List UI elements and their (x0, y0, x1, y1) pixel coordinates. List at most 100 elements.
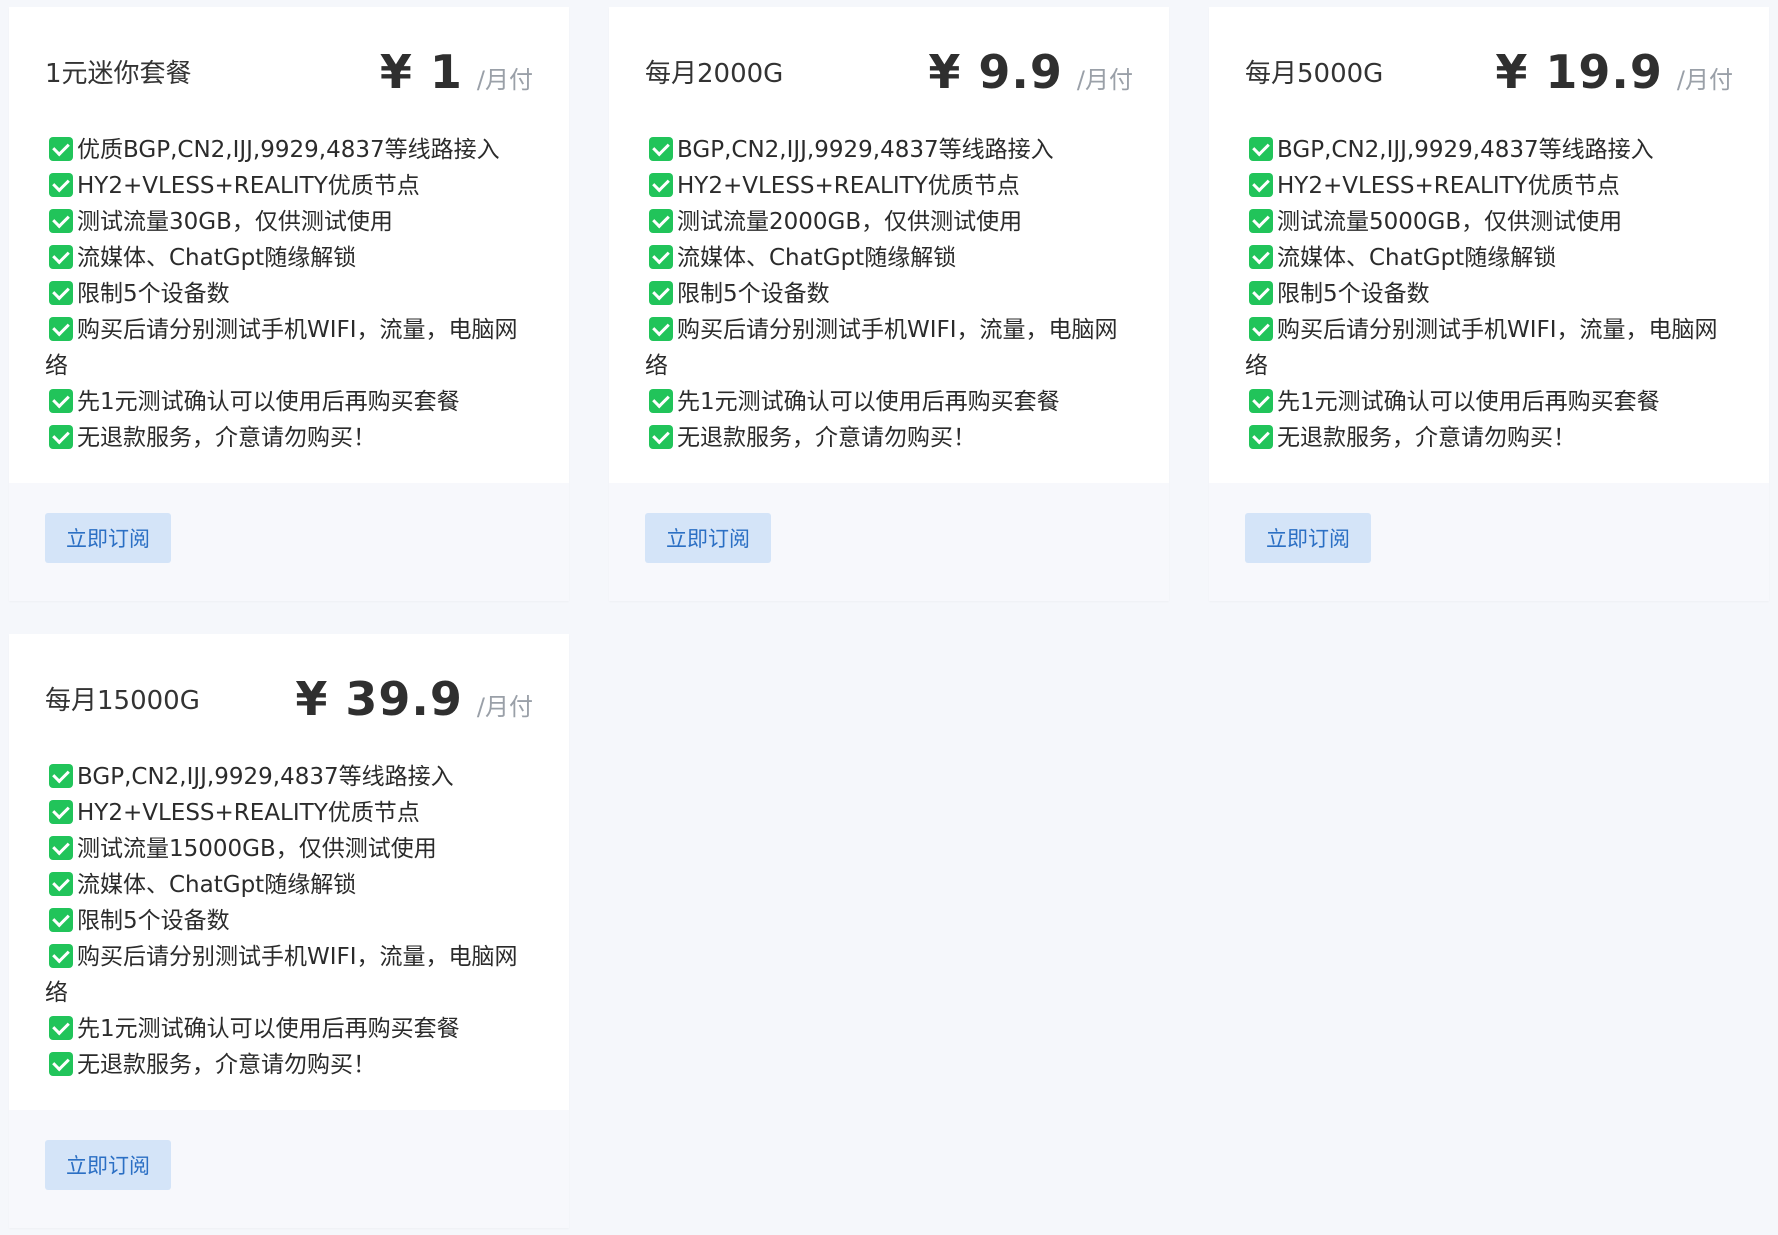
subscribe-button[interactable]: 立即订阅 (645, 513, 771, 563)
plan-card: 每月2000G ¥ 9.9 /月付 BGP,CN2,IJJ,9929,4837等… (609, 7, 1169, 601)
feature-list: BGP,CN2,IJJ,9929,4837等线路接入 HY2+VLESS+REA… (1245, 132, 1733, 456)
plan-card-header: 每月15000G ¥ 39.9 /月付 (45, 634, 533, 759)
check-box-icon (649, 245, 673, 269)
feature-item: 测试流量2000GB，仅供测试使用 (645, 204, 1133, 240)
plan-card-footer: 立即订阅 (609, 483, 1169, 601)
feature-text: 限制5个设备数 (77, 908, 230, 934)
plan-price-group: ¥ 1 /月付 (380, 45, 533, 99)
check-box-icon (649, 281, 673, 305)
plan-billing-unit: /月付 (1676, 66, 1733, 94)
feature-text: 购买后请分别测试手机WIFI，流量，电脑网络 (1245, 317, 1718, 379)
feature-item: HY2+VLESS+REALITY优质节点 (45, 168, 533, 204)
feature-item: 限制5个设备数 (45, 276, 533, 312)
subscribe-button[interactable]: 立即订阅 (45, 513, 171, 563)
check-box-icon (1249, 245, 1273, 269)
feature-text: HY2+VLESS+REALITY优质节点 (677, 173, 1020, 199)
feature-text: 限制5个设备数 (677, 281, 830, 307)
feature-text: 流媒体、ChatGpt随缘解锁 (677, 245, 957, 271)
plan-name: 每月5000G (1245, 59, 1384, 89)
plan-card-header: 每月5000G ¥ 19.9 /月付 (1245, 7, 1733, 132)
feature-text: 测试流量15000GB，仅供测试使用 (77, 836, 437, 862)
feature-item: 限制5个设备数 (45, 903, 533, 939)
feature-list: BGP,CN2,IJJ,9929,4837等线路接入 HY2+VLESS+REA… (645, 132, 1133, 456)
feature-item: 先1元测试确认可以使用后再购买套餐 (45, 384, 533, 420)
check-box-icon (1249, 389, 1273, 413)
plan-name: 每月15000G (45, 686, 200, 716)
feature-text: 测试流量5000GB，仅供测试使用 (1277, 209, 1623, 235)
plan-price: ¥ 39.9 (295, 672, 463, 726)
feature-text: 无退款服务，介意请勿购买！ (77, 1052, 376, 1078)
plan-price: ¥ 19.9 (1495, 45, 1663, 99)
feature-item: 无退款服务，介意请勿购买！ (45, 420, 533, 456)
feature-item: BGP,CN2,IJJ,9929,4837等线路接入 (45, 759, 533, 795)
feature-text: 无退款服务，介意请勿购买！ (1277, 425, 1576, 451)
check-box-icon (49, 872, 73, 896)
feature-item: 流媒体、ChatGpt随缘解锁 (45, 240, 533, 276)
check-box-icon (49, 173, 73, 197)
plan-card: 每月5000G ¥ 19.9 /月付 BGP,CN2,IJJ,9929,4837… (1209, 7, 1769, 601)
feature-text: 购买后请分别测试手机WIFI，流量，电脑网络 (645, 317, 1118, 379)
feature-text: 流媒体、ChatGpt随缘解锁 (77, 872, 357, 898)
feature-text: BGP,CN2,IJJ,9929,4837等线路接入 (1277, 137, 1654, 163)
feature-item: 流媒体、ChatGpt随缘解锁 (45, 867, 533, 903)
feature-text: 无退款服务，介意请勿购买！ (677, 425, 976, 451)
check-box-icon (49, 137, 73, 161)
plan-card: 每月15000G ¥ 39.9 /月付 BGP,CN2,IJJ,9929,483… (9, 634, 569, 1228)
feature-item: 流媒体、ChatGpt随缘解锁 (1245, 240, 1733, 276)
check-box-icon (649, 317, 673, 341)
check-box-icon (649, 425, 673, 449)
check-box-icon (49, 1016, 73, 1040)
feature-item: 无退款服务，介意请勿购买！ (1245, 420, 1733, 456)
feature-text: 无退款服务，介意请勿购买！ (77, 425, 376, 451)
check-box-icon (1249, 425, 1273, 449)
feature-text: 购买后请分别测试手机WIFI，流量，电脑网络 (45, 944, 518, 1006)
plan-billing-unit: /月付 (476, 693, 533, 721)
plan-card-body: 1元迷你套餐 ¥ 1 /月付 优质BGP,CN2,IJJ,9929,4837等线… (9, 7, 569, 483)
plan-card: 1元迷你套餐 ¥ 1 /月付 优质BGP,CN2,IJJ,9929,4837等线… (9, 7, 569, 601)
check-box-icon (49, 944, 73, 968)
check-box-icon (1249, 173, 1273, 197)
check-box-icon (1249, 317, 1273, 341)
check-box-icon (49, 317, 73, 341)
check-box-icon (1249, 209, 1273, 233)
feature-item: 限制5个设备数 (645, 276, 1133, 312)
subscribe-button[interactable]: 立即订阅 (45, 1140, 171, 1190)
check-box-icon (49, 764, 73, 788)
feature-item: BGP,CN2,IJJ,9929,4837等线路接入 (1245, 132, 1733, 168)
feature-item: 流媒体、ChatGpt随缘解锁 (645, 240, 1133, 276)
check-box-icon (49, 800, 73, 824)
feature-text: HY2+VLESS+REALITY优质节点 (77, 800, 420, 826)
check-box-icon (49, 389, 73, 413)
check-box-icon (649, 137, 673, 161)
subscribe-button[interactable]: 立即订阅 (1245, 513, 1371, 563)
plan-billing-unit: /月付 (476, 66, 533, 94)
plan-price-group: ¥ 9.9 /月付 (928, 45, 1133, 99)
feature-text: 测试流量2000GB，仅供测试使用 (677, 209, 1023, 235)
feature-item: 测试流量30GB，仅供测试使用 (45, 204, 533, 240)
feature-item: 购买后请分别测试手机WIFI，流量，电脑网络 (645, 312, 1133, 384)
feature-item: BGP,CN2,IJJ,9929,4837等线路接入 (645, 132, 1133, 168)
feature-text: BGP,CN2,IJJ,9929,4837等线路接入 (77, 764, 454, 790)
feature-text: 限制5个设备数 (1277, 281, 1430, 307)
feature-text: 测试流量30GB，仅供测试使用 (77, 209, 393, 235)
plan-grid: 1元迷你套餐 ¥ 1 /月付 优质BGP,CN2,IJJ,9929,4837等线… (9, 7, 1769, 1228)
feature-text: 购买后请分别测试手机WIFI，流量，电脑网络 (45, 317, 518, 379)
check-box-icon (49, 281, 73, 305)
feature-item: 先1元测试确认可以使用后再购买套餐 (45, 1011, 533, 1047)
plan-card-footer: 立即订阅 (1209, 483, 1769, 601)
check-box-icon (49, 425, 73, 449)
feature-text: 优质BGP,CN2,IJJ,9929,4837等线路接入 (77, 137, 500, 163)
check-box-icon (49, 908, 73, 932)
feature-item: 无退款服务，介意请勿购买！ (45, 1047, 533, 1083)
feature-item: 测试流量5000GB，仅供测试使用 (1245, 204, 1733, 240)
plan-price-group: ¥ 19.9 /月付 (1495, 45, 1733, 99)
feature-text: HY2+VLESS+REALITY优质节点 (1277, 173, 1620, 199)
plan-card-footer: 立即订阅 (9, 1110, 569, 1228)
check-box-icon (49, 1052, 73, 1076)
check-box-icon (49, 836, 73, 860)
check-box-icon (49, 209, 73, 233)
check-box-icon (649, 209, 673, 233)
feature-text: 先1元测试确认可以使用后再购买套餐 (77, 1016, 460, 1042)
feature-list: 优质BGP,CN2,IJJ,9929,4837等线路接入 HY2+VLESS+R… (45, 132, 533, 456)
plan-card-header: 1元迷你套餐 ¥ 1 /月付 (45, 7, 533, 132)
